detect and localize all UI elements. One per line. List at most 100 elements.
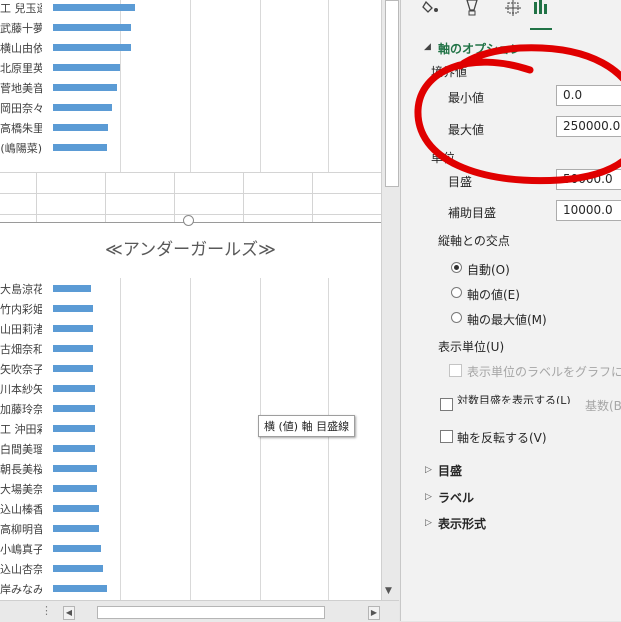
bottom-chart-bar-label: 朝長美桜 (0, 463, 42, 476)
bottom-chart-bar[interactable] (53, 325, 93, 332)
bottom-chart-bar[interactable] (53, 565, 103, 572)
top-chart-bar-row[interactable]: 北原里英 (0, 58, 381, 78)
scroll-left-arrow-icon[interactable]: ◀ (63, 606, 75, 620)
top-chart-bar-row[interactable]: 高橋朱里 (0, 118, 381, 138)
cell-col-line (243, 172, 244, 222)
show-units-checkbox[interactable] (449, 364, 462, 377)
top-chart-bar-row[interactable]: 武藤十夢 (0, 18, 381, 38)
bottom-chart-bar[interactable] (53, 445, 95, 452)
section-tick-marks[interactable]: 目盛 (438, 462, 462, 479)
bottom-chart-bar-row[interactable]: 川本紗矢 (0, 379, 381, 399)
radio-max-value[interactable] (451, 312, 462, 323)
chart-resize-handle[interactable] (183, 215, 194, 226)
bottom-chart-bar[interactable] (53, 385, 95, 392)
bottom-chart-bar-label: 矢吹奈子 (0, 363, 42, 376)
bottom-chart-bar-row[interactable]: 小嶋真子 (0, 539, 381, 559)
major-unit-input[interactable]: 50000.0 (556, 169, 621, 190)
top-chart-bar[interactable] (53, 24, 131, 31)
top-chart-bar[interactable] (53, 4, 135, 11)
expand-arrow-icon[interactable]: ▷ (425, 518, 432, 528)
min-bound-input[interactable]: 0.0 (556, 85, 621, 106)
expand-arrow-icon[interactable]: ▷ (425, 492, 432, 502)
spreadsheet-area[interactable]: 工 兒玉遥武藤十夢横山由依北原里英菅地美音岡田奈々高橋朱里 (嶋陽菜) ≪アンダー… (0, 0, 381, 600)
bottom-chart-bar-row[interactable]: 矢吹奈子 (0, 359, 381, 379)
top-chart-bar[interactable] (53, 144, 107, 151)
section-labels[interactable]: ラベル (438, 489, 474, 506)
reverse-axis-checkbox[interactable] (440, 430, 453, 443)
format-axis-pane[interactable]: ◢ 軸のオプション 境界値 最小値 0.0 最大値 250000.0 単位 目盛… (400, 0, 621, 621)
scroll-down-arrow-icon[interactable]: ▼ (385, 586, 392, 596)
bottom-chart-bar[interactable] (53, 585, 107, 592)
top-chart-bar-row[interactable]: 菅地美音 (0, 78, 381, 98)
bottom-chart-bar-row[interactable]: 白間美瑠 (0, 439, 381, 459)
bottom-chart-bar-row[interactable]: 込山榛香 (0, 499, 381, 519)
radio-max-value-label[interactable]: 軸の最大値(M) (467, 311, 547, 328)
size-properties-icon[interactable] (502, 0, 524, 16)
top-chart-bar[interactable] (53, 124, 108, 131)
bottom-chart-bar-row[interactable]: 山田莉渚 (0, 319, 381, 339)
scroll-right-arrow-icon[interactable]: ▶ (368, 606, 380, 620)
bottom-chart-bar-label: 山田莉渚 (0, 323, 42, 336)
bottom-bar-chart[interactable]: ≪アンダーガールズ≫ 大島涼花 竹内彩姫 山田莉渚 古畑奈和 矢吹奈子 川本紗矢 加藤玲奈工… (0, 222, 381, 600)
radio-auto-label[interactable]: 自動(O) (467, 261, 510, 278)
section-number-format[interactable]: 表示形式 (438, 515, 486, 532)
bottom-chart-bar[interactable] (53, 525, 99, 532)
sheet-tab-splitter-icon[interactable]: ⋮ (41, 604, 52, 617)
top-chart-bar-row[interactable]: 岡田奈々 (0, 98, 381, 118)
log-scale-label[interactable]: 対数目盛を表示する(L) (457, 392, 571, 404)
vertical-scrollbar[interactable]: ▼ (381, 0, 400, 600)
bottom-chart-bar[interactable] (53, 305, 93, 312)
top-chart-bar-row[interactable]: 工 兒玉遥 (0, 0, 381, 18)
bottom-chart-bar[interactable] (53, 285, 91, 292)
axis-options-icon[interactable] (530, 0, 552, 16)
top-chart-bar-label: 横山由依 (0, 42, 42, 55)
bottom-chart-bar[interactable] (53, 365, 93, 372)
top-chart-bar[interactable] (53, 44, 131, 51)
expand-arrow-icon[interactable]: ▷ (425, 465, 432, 475)
bottom-chart-bar-row[interactable]: 大場美奈 (0, 479, 381, 499)
bottom-chart-bar-row[interactable]: 古畑奈和 (0, 339, 381, 359)
top-chart-bar[interactable] (53, 64, 120, 71)
horizontal-scroll-area[interactable]: ⋮ ◀ ▶ (0, 600, 399, 622)
vertical-scroll-thumb[interactable] (385, 0, 399, 187)
top-chart-bar[interactable] (53, 84, 117, 91)
bottom-chart-bar-label: 大島涼花 (0, 283, 42, 296)
radio-auto[interactable] (451, 262, 462, 273)
bottom-chart-bar[interactable] (53, 485, 97, 492)
cell-col-line (105, 172, 106, 222)
horizontal-scroll-thumb[interactable] (97, 606, 325, 619)
minor-unit-input[interactable]: 10000.0 (556, 200, 621, 221)
bottom-chart-bar-row[interactable]: 高柳明音 (0, 519, 381, 539)
effects-icon[interactable] (461, 0, 483, 16)
bottom-chart-bar-label: 工 沖田彩 (0, 423, 42, 436)
bottom-chart-bar[interactable] (53, 345, 93, 352)
bottom-chart-bar[interactable] (53, 505, 99, 512)
bottom-chart-bar-row[interactable]: 大島涼花 (0, 279, 381, 299)
bottom-chart-bar[interactable] (53, 465, 97, 472)
top-chart-bar-row[interactable]: 横山由依 (0, 38, 381, 58)
bottom-chart-bar[interactable] (53, 545, 101, 552)
collapse-arrow-icon[interactable]: ◢ (424, 42, 431, 52)
reverse-axis-label[interactable]: 軸を反転する(V) (457, 429, 547, 446)
gridline-tooltip: 横 (値) 軸 目盛線 (258, 415, 356, 437)
bottom-chart-bar-row[interactable]: 込山杏奈 (0, 559, 381, 579)
top-chart-bar-label: (嶋陽菜) (0, 142, 42, 155)
top-chart-bar-row[interactable]: (嶋陽菜) (0, 138, 381, 158)
top-chart-bar[interactable] (53, 104, 112, 111)
radio-axis-value-label[interactable]: 軸の値(E) (467, 286, 520, 303)
active-tab-indicator (530, 28, 552, 30)
section-axis-options[interactable]: 軸のオプション (438, 40, 522, 57)
bottom-chart-bar[interactable] (53, 405, 95, 412)
max-bound-input[interactable]: 250000.0 (556, 116, 621, 137)
fill-line-icon[interactable] (421, 0, 443, 16)
radio-axis-value[interactable] (451, 287, 462, 298)
chart-title[interactable]: ≪アンダーガールズ≫ (0, 235, 381, 260)
bottom-chart-bar[interactable] (53, 425, 95, 432)
bottom-chart-bar-row[interactable]: 竹内彩姫 (0, 299, 381, 319)
bottom-chart-bar-label: 古畑奈和 (0, 343, 42, 356)
top-bar-chart[interactable]: 工 兒玉遥武藤十夢横山由依北原里英菅地美音岡田奈々高橋朱里 (嶋陽菜) (0, 0, 381, 172)
cell-col-line (312, 172, 313, 222)
bottom-chart-bar-row[interactable]: 朝長美桜 (0, 459, 381, 479)
log-scale-checkbox[interactable] (440, 398, 453, 411)
bottom-chart-bar-row[interactable]: 岸みなみ (0, 579, 381, 599)
